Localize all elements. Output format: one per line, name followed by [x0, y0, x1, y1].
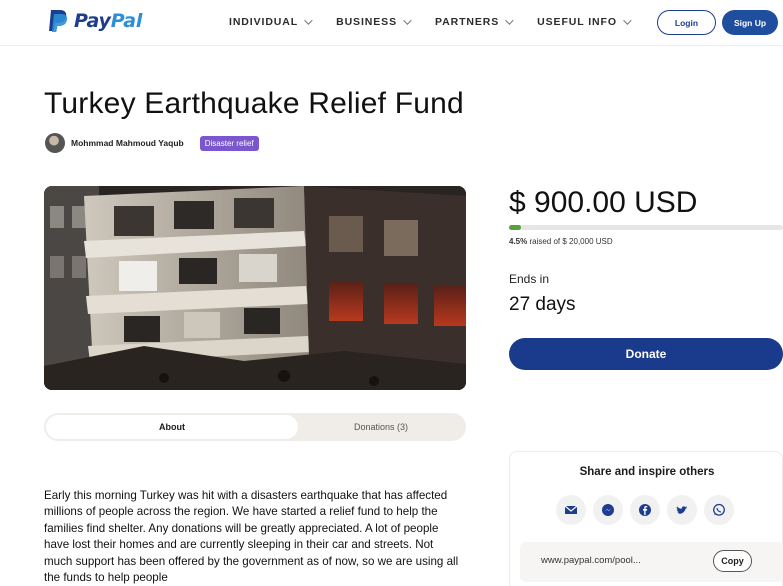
- campaign-photo: [44, 186, 466, 390]
- nav-label: PARTNERS: [434, 16, 500, 28]
- login-button[interactable]: Login: [657, 10, 716, 35]
- nav-label: BUSINESS: [336, 16, 397, 28]
- top-nav-bar: PayPal INDIVIDUAL BUSINESS PARTNERS USEF…: [0, 0, 783, 46]
- raised-goal-text: raised of $ 20,000 USD: [529, 237, 613, 246]
- share-title: Share and inspire others: [579, 466, 715, 478]
- twitter-icon[interactable]: [667, 495, 697, 525]
- share-link[interactable]: www.paypal.com/pool...: [541, 555, 641, 566]
- campaign-tabs: About Donations (3): [44, 413, 466, 441]
- share-card: Share and inspire others www.paypal.com/…: [509, 451, 783, 586]
- main-nav: INDIVIDUAL BUSINESS PARTNERS USEFUL INFO: [229, 16, 655, 28]
- raised-summary: 4.5% raised of $ 20,000 USD: [509, 237, 613, 246]
- nav-useful-info[interactable]: USEFUL INFO: [537, 16, 632, 28]
- signup-button[interactable]: Sign Up: [722, 10, 778, 35]
- donate-button[interactable]: Donate: [509, 338, 783, 370]
- amount-raised: $ 900.00 USD: [509, 186, 698, 219]
- brand-pay: Pay: [74, 10, 111, 32]
- chevron-down-icon: [304, 16, 313, 25]
- ends-in-label: Ends in: [509, 272, 550, 286]
- copy-link-button[interactable]: Copy: [713, 550, 752, 572]
- messenger-icon[interactable]: [593, 495, 623, 525]
- chevron-down-icon: [403, 16, 412, 25]
- tab-donations[interactable]: Donations (3): [298, 415, 464, 439]
- whatsapp-icon[interactable]: [704, 495, 734, 525]
- category-tag[interactable]: Disaster relief: [199, 135, 259, 151]
- raised-percent: 4.5%: [509, 237, 528, 246]
- paypal-p-icon: [47, 9, 69, 33]
- email-icon[interactable]: [556, 495, 586, 525]
- brand-pal: Pal: [110, 10, 143, 32]
- nav-individual[interactable]: INDIVIDUAL: [229, 16, 313, 28]
- campaign-title: Turkey Earthquake Relief Fund: [44, 87, 464, 120]
- organizer-row: Mohmmad Mahmoud Yaqub Disaster relief: [45, 133, 259, 153]
- avatar[interactable]: [45, 133, 65, 153]
- campaign-description: Early this morning Turkey was hit with a…: [44, 489, 459, 585]
- nav-label: USEFUL INFO: [537, 16, 617, 28]
- nav-business[interactable]: BUSINESS: [336, 16, 412, 28]
- nav-label: INDIVIDUAL: [229, 16, 299, 28]
- facebook-icon[interactable]: [630, 495, 660, 525]
- share-link-box: www.paypal.com/pool... Copy: [520, 542, 783, 582]
- nav-partners[interactable]: PARTNERS: [434, 16, 514, 28]
- funding-progress-bar: [509, 225, 783, 230]
- organizer-name[interactable]: Mohmmad Mahmoud Yaqub: [71, 138, 184, 148]
- brand-name: PayPal: [74, 10, 142, 32]
- share-icons: [556, 495, 741, 525]
- paypal-logo[interactable]: PayPal: [47, 9, 142, 33]
- chevron-down-icon: [623, 16, 632, 25]
- tab-about[interactable]: About: [46, 415, 298, 439]
- funding-progress-fill: [509, 225, 522, 230]
- chevron-down-icon: [505, 16, 514, 25]
- days-remaining: 27 days: [509, 294, 576, 315]
